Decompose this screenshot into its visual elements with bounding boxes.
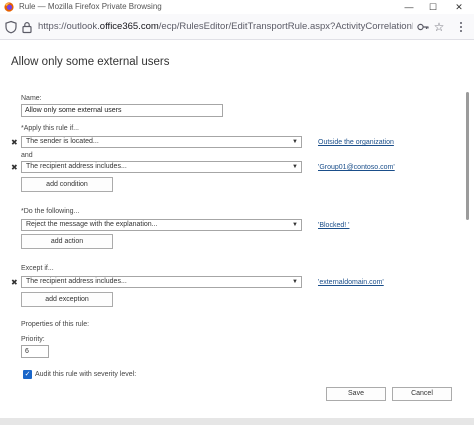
name-label: Name: <box>21 95 42 102</box>
minimize-button[interactable]: — <box>398 0 420 14</box>
condition-1-value: The sender is located... <box>26 138 99 145</box>
remove-condition-1-icon[interactable]: ✖ <box>11 138 18 147</box>
apply-rule-label: *Apply this rule if... <box>21 125 79 132</box>
audit-checkbox[interactable]: ✓ <box>23 370 32 379</box>
condition-1-link[interactable]: Outside the organization <box>318 138 394 147</box>
url-prefix: https://outlook. <box>38 21 100 32</box>
key-icon[interactable] <box>416 20 430 34</box>
url-path: /ecp/RulesEditor/EditTransportRule.aspx?… <box>158 21 413 32</box>
url-domain: office365.com <box>99 21 159 32</box>
more-options-icon[interactable] <box>454 20 468 34</box>
exception-1-value: The recipient address includes... <box>26 278 127 285</box>
page-title: Allow only some external users <box>11 56 170 68</box>
priority-input[interactable]: 6 <box>21 345 49 358</box>
scrollbar-thumb[interactable] <box>466 92 469 220</box>
save-button[interactable]: Save <box>326 387 386 401</box>
condition-1-select[interactable]: The sender is located... ▼ <box>21 136 302 148</box>
exception-1-link[interactable]: 'externaldomain.com' <box>318 278 384 287</box>
shield-icon[interactable] <box>4 20 18 34</box>
chevron-down-icon: ▼ <box>292 222 298 228</box>
add-exception-button[interactable]: add exception <box>21 292 113 307</box>
window-bottom-edge <box>0 418 474 425</box>
condition-2-select[interactable]: The recipient address includes... ▼ <box>21 161 302 173</box>
rule-editor-panel: Allow only some external users Name: All… <box>0 42 474 425</box>
name-input[interactable]: Allow only some external users <box>21 104 223 117</box>
window-title: Rule — Mozilla Firefox Private Browsing <box>19 2 162 11</box>
chevron-down-icon: ▼ <box>292 164 298 170</box>
properties-label: Properties of this rule: <box>21 321 90 328</box>
maximize-button[interactable]: ☐ <box>422 0 444 14</box>
add-action-button[interactable]: add action <box>21 234 113 249</box>
cancel-button[interactable]: Cancel <box>392 387 452 401</box>
action-1-link[interactable]: 'Blocked! ' <box>318 221 349 230</box>
window-titlebar: Rule — Mozilla Firefox Private Browsing … <box>0 0 474 14</box>
remove-condition-2-icon[interactable]: ✖ <box>11 163 18 172</box>
lock-icon[interactable] <box>20 20 34 34</box>
firefox-private-icon <box>4 2 14 12</box>
condition-2-link[interactable]: 'Group01@contoso.com' <box>318 163 395 172</box>
action-1-value: Reject the message with the explanation.… <box>26 221 158 228</box>
remove-exception-1-icon[interactable]: ✖ <box>11 278 18 287</box>
add-condition-button[interactable]: add condition <box>21 177 113 192</box>
except-if-label: Except if... <box>21 265 54 272</box>
bookmark-star-icon[interactable]: ☆ <box>432 20 446 34</box>
action-1-select[interactable]: Reject the message with the explanation.… <box>21 219 302 231</box>
url-text[interactable]: https://outlook.office365.com/ecp/RulesE… <box>38 21 413 33</box>
url-bar: https://outlook.office365.com/ecp/RulesE… <box>0 14 474 40</box>
do-following-label: *Do the following... <box>21 208 80 215</box>
priority-label: Priority: <box>21 336 45 343</box>
audit-label: Audit this rule with severity level: <box>35 371 137 378</box>
and-label: and <box>21 152 33 159</box>
chevron-down-icon: ▼ <box>292 139 298 145</box>
condition-2-value: The recipient address includes... <box>26 163 127 170</box>
chevron-down-icon: ▼ <box>292 279 298 285</box>
close-window-button[interactable]: ✕ <box>448 0 470 14</box>
exception-1-select[interactable]: The recipient address includes... ▼ <box>21 276 302 288</box>
